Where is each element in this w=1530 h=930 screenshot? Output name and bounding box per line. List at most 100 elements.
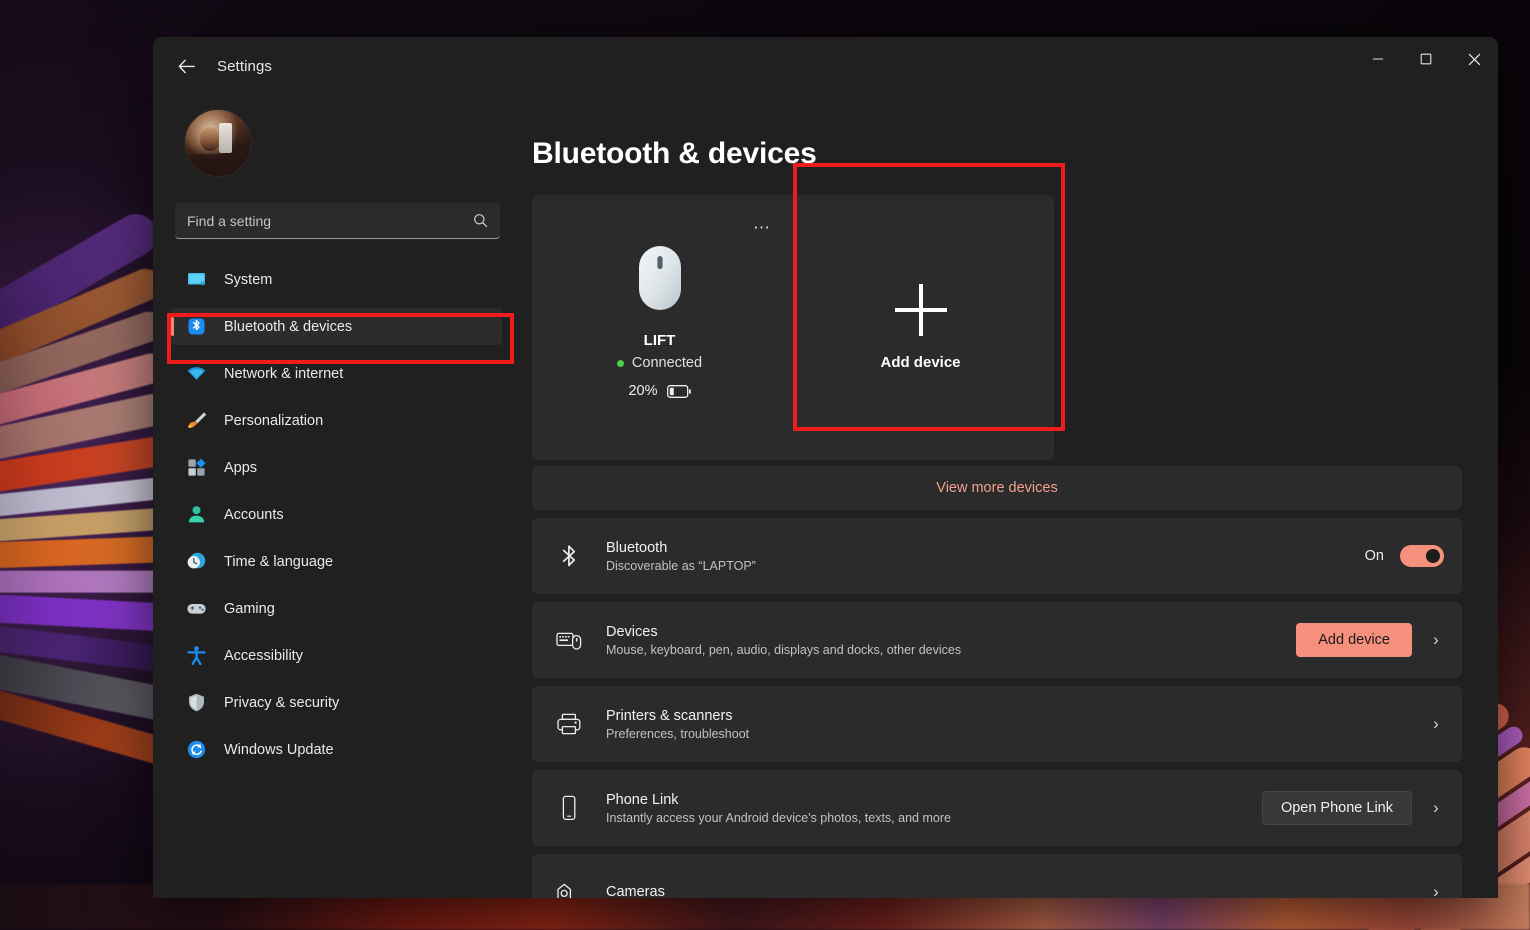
phone-icon <box>554 795 584 821</box>
sidebar-item-windows-update[interactable]: Windows Update <box>171 731 502 768</box>
setting-row-title: Cameras <box>606 884 665 898</box>
status-dot-icon <box>616 359 624 367</box>
setting-row-controls: › <box>1428 882 1444 898</box>
shield-icon <box>185 692 207 714</box>
system-monitor-icon <box>185 269 207 291</box>
back-arrow-icon <box>178 59 195 73</box>
bluetooth-icon <box>554 543 584 569</box>
person-icon <box>185 504 207 526</box>
setting-row-text: Bluetooth Discoverable as “LAPTOP” <box>606 540 1365 573</box>
wifi-icon <box>185 363 207 385</box>
sidebar-item-personalization[interactable]: Personalization <box>171 402 502 439</box>
setting-row-subtitle: Discoverable as “LAPTOP” <box>606 558 756 573</box>
device-name: LIFT <box>643 332 676 349</box>
avatar[interactable] <box>184 109 252 177</box>
plus-icon <box>894 284 947 336</box>
settings-window: Settings Find a setting System Bluetooth… <box>153 37 1498 898</box>
bluetooth-toggle[interactable] <box>1400 545 1444 567</box>
setting-row-controls: Add device › <box>1296 623 1444 657</box>
device-cards-row: ⋯ LIFT Connected 20% Add device <box>532 195 1468 460</box>
clock-icon <box>185 551 207 573</box>
minimize-icon <box>1373 58 1383 60</box>
bluetooth-toggle-label: On <box>1364 548 1384 564</box>
setting-row-controls: On <box>1365 545 1444 567</box>
sidebar-item-accessibility[interactable]: Accessibility <box>171 637 502 674</box>
search-input[interactable] <box>187 212 473 229</box>
sidebar-item-bluetooth-devices[interactable]: Bluetooth & devices <box>171 308 502 345</box>
setting-row-text: Cameras <box>606 884 1428 898</box>
setting-row-bluetooth[interactable]: Bluetooth Discoverable as “LAPTOP” On <box>532 518 1462 594</box>
setting-row-subtitle: Instantly access your Android device's p… <box>606 810 951 825</box>
chevron-right-icon[interactable]: › <box>1428 882 1444 898</box>
gamepad-icon <box>185 598 207 620</box>
minimize-button[interactable] <box>1354 37 1402 81</box>
sidebar-item-label: Windows Update <box>224 741 334 758</box>
sidebar-item-privacy-security[interactable]: Privacy & security <box>171 684 502 721</box>
open-phone-link-button[interactable]: Open Phone Link <box>1261 791 1412 825</box>
mouse-icon <box>635 245 685 316</box>
setting-row-controls: › <box>1428 714 1444 734</box>
window-body: System Bluetooth & devices <box>153 95 1498 898</box>
setting-row-subtitle: Mouse, keyboard, pen, audio, displays an… <box>606 642 962 657</box>
setting-row-cameras[interactable]: Cameras › <box>532 854 1462 898</box>
sidebar-item-label: Gaming <box>224 600 275 617</box>
printer-icon <box>554 712 584 736</box>
setting-row-printers-scanners[interactable]: Printers & scanners Preferences, trouble… <box>532 686 1462 762</box>
back-button[interactable] <box>169 49 203 83</box>
page-title: Bluetooth & devices <box>532 137 817 170</box>
add-device-card-label: Add device <box>880 354 961 371</box>
device-card-lift[interactable]: ⋯ LIFT Connected 20% <box>532 195 787 460</box>
search-box[interactable] <box>175 203 500 239</box>
sidebar-nav: System Bluetooth & devices Network & int… <box>171 261 502 778</box>
setting-row-title: Printers & scanners <box>606 707 733 724</box>
chevron-right-icon[interactable]: › <box>1428 630 1444 650</box>
close-button[interactable] <box>1450 37 1498 81</box>
setting-row-text: Devices Mouse, keyboard, pen, audio, dis… <box>606 624 1296 657</box>
close-icon <box>1468 53 1480 65</box>
apps-grid-icon <box>185 457 207 479</box>
setting-row-controls: Open Phone Link › <box>1261 791 1444 825</box>
window-controls <box>1354 37 1498 95</box>
paintbrush-icon <box>185 410 207 432</box>
view-more-devices-link[interactable]: View more devices <box>532 466 1462 510</box>
sidebar-item-label: Network & internet <box>224 365 344 382</box>
sidebar-item-network-internet[interactable]: Network & internet <box>171 355 502 392</box>
maximize-button[interactable] <box>1402 37 1450 81</box>
sidebar-item-accounts[interactable]: Accounts <box>171 496 502 533</box>
sidebar-item-label: Personalization <box>224 412 324 429</box>
maximize-icon <box>1420 53 1432 65</box>
device-status: Connected <box>616 355 702 371</box>
setting-row-devices[interactable]: Devices Mouse, keyboard, pen, audio, dis… <box>532 602 1462 678</box>
window-title: Settings <box>217 57 272 75</box>
setting-row-phone-link[interactable]: Phone Link Instantly access your Android… <box>532 770 1462 846</box>
bluetooth-icon <box>185 316 207 338</box>
desktop-background: Settings Find a setting System Bluetooth… <box>0 0 1530 930</box>
camera-icon <box>554 881 584 898</box>
setting-row-subtitle: Preferences, troubleshoot <box>606 726 750 741</box>
update-refresh-icon <box>185 739 207 761</box>
main-content: Bluetooth & devices ⋯ LIFT Connected 20%… <box>520 95 1498 898</box>
sidebar-item-label: Privacy & security <box>224 694 340 711</box>
search-icon <box>474 214 488 228</box>
sidebar-item-label: Accounts <box>224 506 284 523</box>
device-battery: 20% <box>628 383 691 399</box>
add-device-card[interactable]: Add device <box>787 195 1054 460</box>
sidebar-item-label: Time & language <box>224 553 334 570</box>
add-device-button[interactable]: Add device <box>1296 623 1412 657</box>
title-bar: Settings <box>153 37 1498 95</box>
keyboard-mouse-icon <box>554 628 584 652</box>
setting-row-title: Devices <box>606 623 658 640</box>
setting-row-title: Phone Link <box>606 791 679 808</box>
setting-row-text: Printers & scanners Preferences, trouble… <box>606 708 1428 741</box>
toggle-knob <box>1426 549 1440 563</box>
accessibility-icon <box>185 645 207 667</box>
battery-percent-label: 20% <box>628 383 658 399</box>
sidebar-item-gaming[interactable]: Gaming <box>171 590 502 627</box>
chevron-right-icon[interactable]: › <box>1428 714 1444 734</box>
sidebar-item-time-language[interactable]: Time & language <box>171 543 502 580</box>
sidebar-item-apps[interactable]: Apps <box>171 449 502 486</box>
more-options-icon[interactable]: ⋯ <box>753 219 771 236</box>
sidebar-item-system[interactable]: System <box>171 261 502 298</box>
sidebar-item-label: Apps <box>224 459 258 476</box>
chevron-right-icon[interactable]: › <box>1428 798 1444 818</box>
